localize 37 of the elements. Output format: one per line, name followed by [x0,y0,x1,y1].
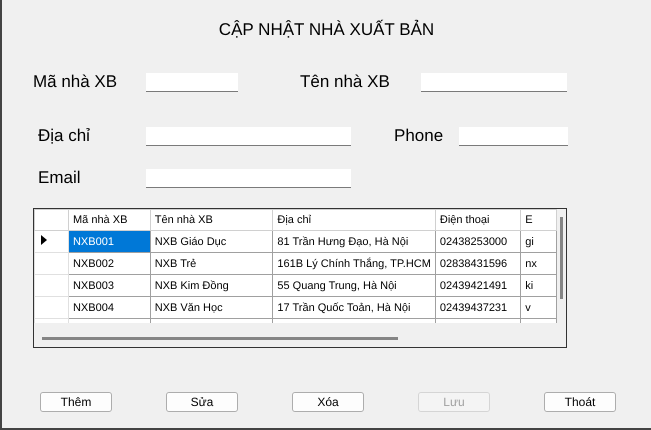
column-header[interactable]: Tên nhà XB [150,210,273,230]
input-field[interactable] [146,72,238,92]
action-button[interactable]: Thoát [544,392,616,412]
table-cell: 02439437231 [435,296,521,318]
field-label: Tên nhà XB [300,72,391,92]
table-cell: 02838431596 [435,252,521,274]
input-field[interactable] [421,72,567,92]
form-title: CẬP NHẬT NHÀ XUẤT BẢN [218,18,436,41]
field-label: Mã nhà XB [33,72,118,92]
field-label: Địa chỉ [38,126,91,146]
table-cell: NXB002 [68,252,150,274]
action-button[interactable]: Thêm [40,392,112,412]
column-header[interactable]: Địa chỉ [272,210,436,230]
column-header[interactable]: E [520,210,556,230]
table-cell: NXB Văn Học [150,296,273,318]
table-cell: NXB001 [68,230,150,252]
table-cell: 81 Trần Hưng Đạo, Hà Nội [272,230,436,252]
table-cell: NXB Trẻ [150,252,273,274]
input-field[interactable] [146,126,351,146]
table-cell: 02438253000 [435,230,521,252]
field-label: Phone [394,126,444,146]
input-field[interactable] [146,168,351,188]
action-button[interactable]: Sửa [166,392,238,412]
column-header[interactable]: Điện thoại [435,210,521,230]
horizontal-scrollbar[interactable] [42,337,398,340]
table-cell: NXB003 [68,274,150,296]
column-header[interactable]: Mã nhà XB [68,210,150,230]
table-cell: NXB Giáo Dục [150,230,273,252]
input-field[interactable] [459,126,568,146]
table-cell: NXB004 [68,296,150,318]
table-cell: 161B Lý Chính Thắng, TP.HCM [272,252,436,274]
action-button[interactable]: Xóa [292,392,364,412]
table-cell: 17 Trần Quốc Toản, Hà Nội [272,296,436,318]
field-label: Email [38,168,82,188]
table-cell: 55 Quang Trung, Hà Nội [272,274,436,296]
table-cell: 02439421491 [435,274,521,296]
table-cell: NXB Kim Đồng [150,274,273,296]
